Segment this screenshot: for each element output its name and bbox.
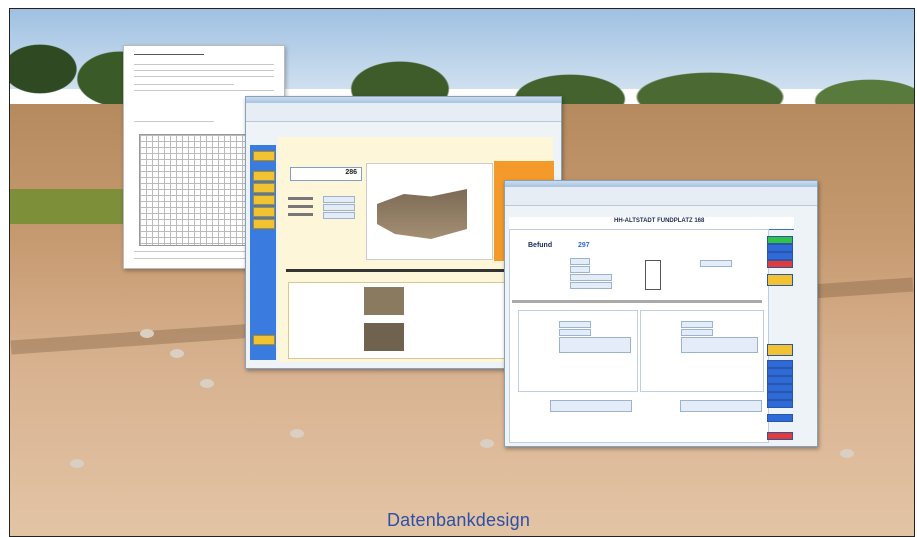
right-subform — [640, 310, 764, 392]
slide-caption: Datenbankdesign — [386, 510, 531, 530]
action-button[interactable] — [767, 392, 793, 400]
sidebar-button[interactable] — [253, 335, 275, 345]
stone — [480, 439, 494, 448]
feature-form: Befund 297 — [509, 229, 769, 443]
stone — [840, 449, 854, 458]
list-box[interactable] — [645, 260, 661, 290]
form-field[interactable] — [550, 400, 632, 412]
action-button[interactable] — [767, 368, 793, 376]
section-label: Befund — [528, 242, 553, 249]
form-field[interactable] — [570, 282, 612, 289]
drawing-preview — [366, 163, 493, 260]
window-toolbar — [505, 187, 817, 206]
action-button[interactable] — [767, 274, 793, 286]
action-button[interactable] — [767, 414, 793, 422]
feature-number: 297 — [578, 242, 590, 249]
action-buttons — [767, 236, 793, 441]
stone — [140, 329, 154, 338]
form-field[interactable] — [570, 274, 612, 281]
action-button[interactable] — [767, 400, 793, 408]
sidebar-button[interactable] — [253, 183, 275, 193]
sidebar-button[interactable] — [253, 195, 275, 205]
action-button[interactable] — [767, 236, 793, 244]
stone — [200, 379, 214, 388]
form-field[interactable] — [680, 400, 762, 412]
window-toolbar — [246, 103, 561, 122]
left-subform — [518, 310, 638, 392]
photo-thumbnail — [364, 323, 404, 351]
record-number-field[interactable]: 286 — [290, 167, 362, 181]
attachment-list — [288, 282, 520, 359]
action-button[interactable] — [767, 360, 793, 368]
record-number: 286 — [345, 169, 357, 176]
form-field[interactable] — [570, 266, 590, 273]
form-field[interactable] — [570, 258, 590, 265]
presentation-slide: 286 HH-ALTSTADT FUNDPLATZ 168 Befund 297… — [0, 0, 917, 537]
action-button[interactable] — [767, 244, 793, 252]
site-title: HH-ALTSTADT FUNDPLATZ 168 — [614, 218, 705, 224]
action-button[interactable] — [767, 384, 793, 392]
navigation-sidebar — [250, 145, 276, 360]
terrain-render — [377, 189, 467, 239]
sidebar-button[interactable] — [253, 207, 275, 217]
sidebar-button[interactable] — [253, 151, 275, 161]
sidebar-button[interactable] — [253, 171, 275, 181]
action-button[interactable] — [767, 260, 793, 268]
photo-thumbnail — [364, 287, 404, 315]
feature-database-window: HH-ALTSTADT FUNDPLATZ 168 Befund 297 — [504, 180, 818, 447]
sidebar-button[interactable] — [253, 219, 275, 229]
stone — [70, 459, 84, 468]
action-button[interactable] — [767, 252, 793, 260]
drawing-grid — [139, 134, 261, 246]
action-button[interactable] — [767, 376, 793, 384]
form-field[interactable] — [700, 260, 732, 267]
action-button[interactable] — [767, 344, 793, 356]
stone — [170, 349, 184, 358]
stone — [290, 429, 304, 438]
action-button[interactable] — [767, 432, 793, 440]
